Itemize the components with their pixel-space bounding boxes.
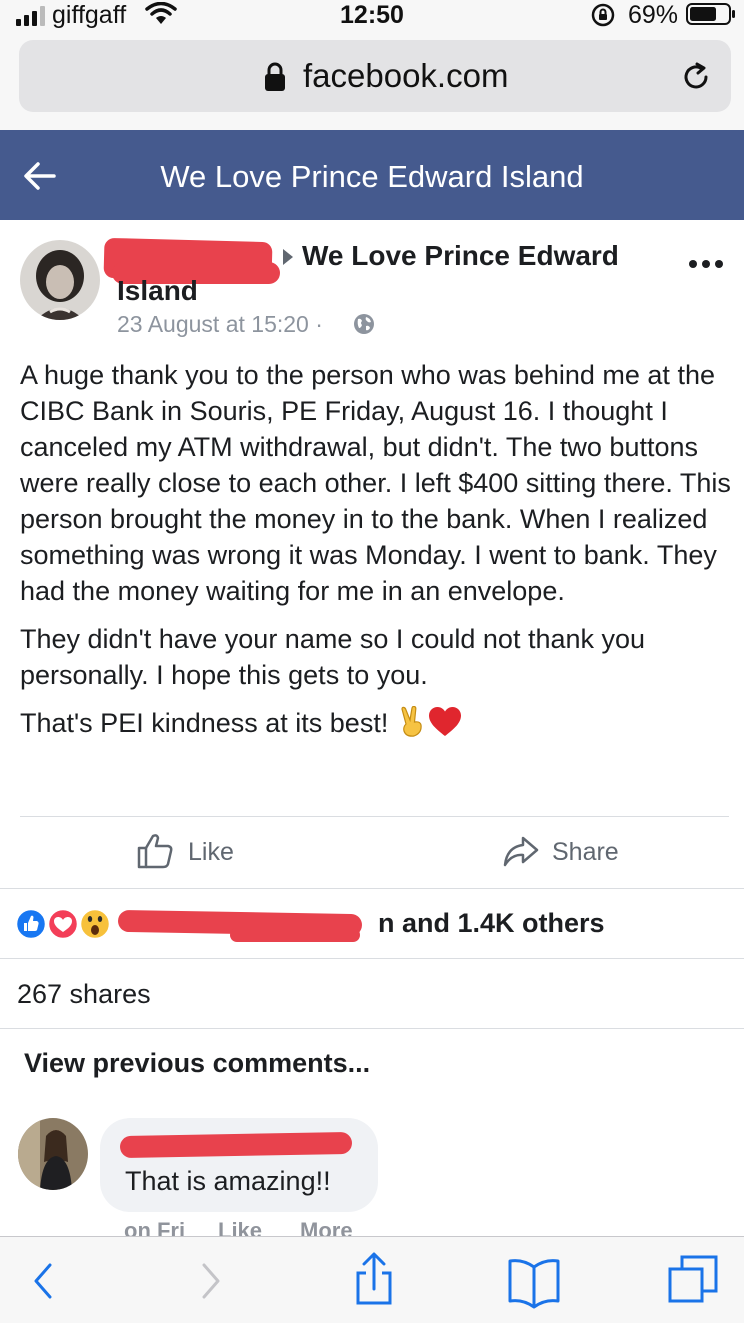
group-name-continued[interactable]: Island [117,275,198,307]
love-reaction-icon [46,907,80,941]
status-bar: giffgaff 12:50 69% [0,0,744,34]
like-button[interactable]: Like [136,832,256,876]
reaction-summary[interactable]: n and 1.4K others [378,908,605,939]
author-avatar[interactable] [20,240,100,320]
reaction-icons[interactable] [14,904,118,944]
forward-icon[interactable] [196,1251,226,1311]
thumbs-up-icon [137,834,173,869]
wow-reaction-icon [78,907,112,941]
author-photo [20,240,100,320]
redacted-commenter-name [119,1131,353,1159]
comment-text: That is amazing!! [125,1166,331,1196]
battery-icon [686,3,735,25]
divider [20,816,729,817]
browser-chrome: facebook.com [0,34,744,130]
post-paragraph-last: That's PEI kindness at its best! [20,705,732,741]
post-body: A huge thank you to the person who was b… [20,357,732,753]
share-count[interactable]: 267 shares [17,979,151,1010]
reload-icon[interactable] [679,60,713,94]
tabs-icon[interactable] [668,1251,720,1311]
heart-emoji-icon [429,707,462,736]
more-options-icon[interactable] [688,258,724,270]
view-previous-comments-link[interactable]: View previous comments... [24,1048,370,1079]
page-title: We Love Prince Edward Island [160,159,584,194]
post-paragraph: A huge thank you to the person who was b… [20,360,731,606]
share-icon[interactable] [352,1251,396,1311]
share-button[interactable]: Share [502,832,632,876]
url-text: facebook.com [303,57,509,94]
bookmarks-icon[interactable] [506,1251,562,1311]
group-name[interactable]: We Love Prince Edward [302,240,619,272]
commenter-photo [18,1118,88,1190]
triangle-right-icon [283,249,293,265]
divider [0,1028,744,1029]
back-icon[interactable] [28,1251,58,1311]
page-header: We Love Prince Edward Island [0,130,744,220]
divider [0,958,744,959]
address-bar[interactable]: facebook.com [19,40,731,112]
rotation-lock-icon [591,3,615,27]
globe-icon [354,314,374,334]
like-label: Like [188,838,234,866]
redacted-mark [230,928,360,942]
post-paragraph: They didn't have your name so I could no… [20,624,646,690]
share-label: Share [552,838,619,866]
post-timestamp[interactable]: 23 August at 15:20 · [117,311,323,338]
post-paragraph-text: That's PEI kindness at its best! [20,708,389,738]
victory-hand-icon [401,706,423,737]
share-arrow-icon [503,836,539,867]
padlock-icon [265,62,285,91]
like-reaction-icon [14,907,48,941]
commenter-avatar[interactable] [18,1118,88,1190]
divider [0,888,744,889]
browser-toolbar [0,1236,744,1323]
battery-percent: 69% [628,1,679,29]
